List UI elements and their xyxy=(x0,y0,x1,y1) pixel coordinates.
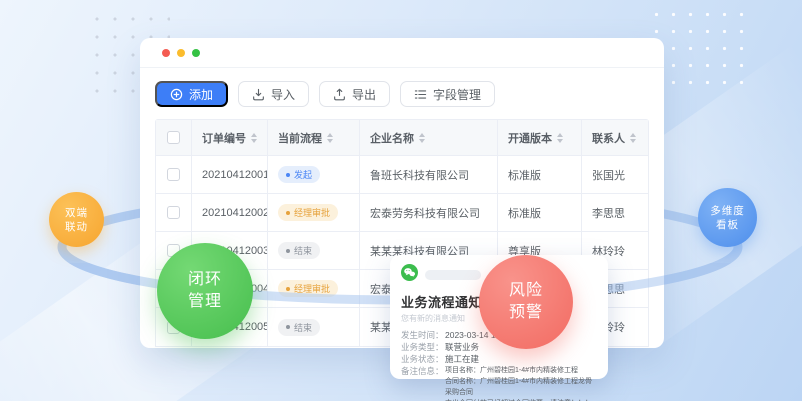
status-badge: 结束 xyxy=(278,242,320,259)
column-header-contact[interactable]: 联系人 xyxy=(582,120,648,155)
marketing-screenshot: 添加 导入 导出 xyxy=(0,0,802,401)
maximize-window-icon[interactable] xyxy=(192,49,200,57)
notification-field-remark: 备注信息： 项目名称：广州碧桂园1-4#市内精装修工程 合同名称：广州碧桂园1-… xyxy=(401,365,597,401)
sort-icon[interactable] xyxy=(251,133,257,143)
toolbar: 添加 导入 导出 xyxy=(140,68,664,119)
status-badge: 经理审批 xyxy=(278,280,338,297)
import-button[interactable]: 导入 xyxy=(238,81,309,107)
sort-icon[interactable] xyxy=(419,133,425,143)
sort-icon[interactable] xyxy=(327,133,333,143)
company-name: 鲁班长科技有限公司 xyxy=(370,167,469,183)
status-badge: 结束 xyxy=(278,319,320,336)
column-header-order[interactable]: 订单编号 xyxy=(192,120,268,155)
badge-risk-warning: 风险 预警 xyxy=(479,255,573,349)
select-all-checkbox[interactable] xyxy=(167,131,180,144)
field-management-button[interactable]: 字段管理 xyxy=(400,81,495,107)
import-icon xyxy=(252,88,265,101)
version-name: 标准版 xyxy=(508,167,541,183)
plus-circle-icon xyxy=(170,88,183,101)
order-number: 20210412001 xyxy=(202,169,268,181)
export-button[interactable]: 导出 xyxy=(319,81,390,107)
minimize-window-icon[interactable] xyxy=(177,49,185,57)
notification-field-state: 业务状态： 施工在建 xyxy=(401,353,597,365)
order-number: 20210412002 xyxy=(202,207,268,219)
status-dot-icon xyxy=(286,173,290,177)
sender-placeholder xyxy=(425,270,481,280)
status-badge: 经理审批 xyxy=(278,204,338,221)
version-name: 标准版 xyxy=(508,205,541,221)
list-settings-icon xyxy=(414,88,427,101)
table-header-row: 订单编号 当前流程 企业名称 开通版本 联系人 xyxy=(156,120,648,156)
export-icon xyxy=(333,88,346,101)
close-window-icon[interactable] xyxy=(162,49,170,57)
status-dot-icon xyxy=(286,211,290,215)
window-titlebar xyxy=(140,38,664,68)
field-management-button-label: 字段管理 xyxy=(433,86,481,103)
column-header-company[interactable]: 企业名称 xyxy=(360,120,498,155)
column-header-version[interactable]: 开通版本 xyxy=(498,120,582,155)
status-dot-icon xyxy=(286,287,290,291)
column-header-process[interactable]: 当前流程 xyxy=(268,120,360,155)
row-checkbox[interactable] xyxy=(167,168,180,181)
sort-icon[interactable] xyxy=(557,133,563,143)
remark-line: 合同名称：广州碧桂园1-4#市内精装修工程龙骨采购合同 xyxy=(445,376,597,398)
notification-field-type: 业务类型： 联营业务 xyxy=(401,341,597,353)
contact-name: 张国光 xyxy=(592,167,625,183)
table-row[interactable]: 20210412002 经理审批 宏泰劳务科技有限公司 标准版 李思思 xyxy=(156,194,648,232)
wechat-icon xyxy=(401,264,418,286)
badge-dual-end-linkage: 双端 联动 xyxy=(49,192,104,247)
add-button-label: 添加 xyxy=(189,86,213,103)
sort-icon[interactable] xyxy=(630,133,636,143)
contact-name: 李思思 xyxy=(592,205,625,221)
table-row[interactable]: 20210412001 发起 鲁班长科技有限公司 标准版 张国光 xyxy=(156,156,648,194)
remark-line: 项目名称：广州碧桂园1-4#市内精装修工程 xyxy=(445,365,597,376)
company-name: 宏泰劳务科技有限公司 xyxy=(370,205,480,221)
status-badge: 发起 xyxy=(278,166,320,183)
badge-closed-loop-management: 闭环 管理 xyxy=(157,243,253,339)
badge-multi-dimension-board: 多维度 看板 xyxy=(698,188,757,247)
add-button[interactable]: 添加 xyxy=(155,81,228,107)
status-dot-icon xyxy=(286,249,290,253)
status-dot-icon xyxy=(286,325,290,329)
row-checkbox[interactable] xyxy=(167,206,180,219)
export-button-label: 导出 xyxy=(352,86,376,103)
import-button-label: 导入 xyxy=(271,86,295,103)
